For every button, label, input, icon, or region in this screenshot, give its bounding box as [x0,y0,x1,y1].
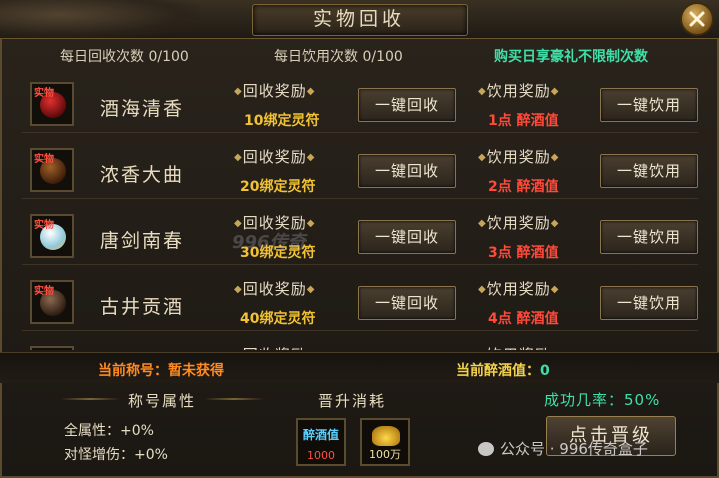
item-tag: 实物 [34,154,54,165]
drink-button[interactable]: 一键饮用 [600,286,698,320]
recycle-button[interactable]: 一键回收 [358,88,456,122]
divider-ornament [204,398,264,400]
recycle-button[interactable]: 一键回收 [358,154,456,188]
recycle-button[interactable]: 一键回收 [358,220,456,254]
cost2-qty: 100万 [369,448,401,461]
all-attr: 全属性：+0% [64,423,154,439]
item-tag: 实物 [34,286,54,297]
current-drunk: 当前醉酒值：0 [456,363,550,379]
porcelain-bottle-icon[interactable]: 实物 [30,214,74,258]
drink-reward-value: 4点 醉酒值 [488,311,559,327]
recycle-reward-value: 20绑定灵符 [240,179,316,195]
list-item-partial: ◆回收奖励◆ ◆饮用奖励◆ [22,336,698,350]
current-title: 当前称号：暂未获得 [98,363,224,379]
recycle-reward-label: ◆回收奖励◆ [234,280,316,298]
window-title: 实物回收 [312,8,405,30]
drunk-value-cost-slot[interactable]: 醉酒值 1000 [296,418,346,466]
drink-reward-value: 3点 醉酒值 [488,245,559,261]
list-item: 实物 浓香大曲 ◆回收奖励◆ 20绑定灵符 一键回收 ◆饮用奖励◆ 2点 醉酒值… [22,138,698,199]
drink-button[interactable]: 一键饮用 [600,154,698,188]
vip-note[interactable]: 购买日享豪礼不限制次数 [494,46,648,66]
divider-ornament [60,398,120,400]
clay-wine-jar-icon[interactable]: 实物 [30,280,74,324]
list-item: 实物 古井贡酒 ◆回收奖励◆ 40绑定灵符 一键回收 ◆饮用奖励◆ 4点 醉酒值… [22,270,698,331]
title-attr-header: 称号属性 [128,392,197,410]
recycle-reward-label: ◆回收奖励◆ [234,148,316,166]
title-bar: 实物回收 [0,0,719,39]
item-tag: 实物 [34,220,54,231]
item-name: 浓香大曲 [100,164,185,186]
cost1-label: 醉酒值 [302,428,339,442]
recycle-reward-label: ◆回收奖励◆ [234,344,315,350]
close-button[interactable] [680,2,714,36]
current-drunk-value: 0 [540,363,550,379]
dragon-ornament [0,0,200,38]
item-list[interactable]: 实物 酒海清香 ◆回收奖励◆ 10绑定灵符 一键回收 ◆饮用奖励◆ 1点 醉酒值… [22,72,698,350]
success-rate-value: 50% [624,391,661,409]
recycle-button[interactable]: 一键回收 [358,286,456,320]
wechat-icon [478,442,494,456]
close-icon [689,11,705,27]
drink-count: 每日饮用次数 0/100 [274,49,403,65]
drink-reward-label: ◆饮用奖励◆ [478,214,560,232]
item-name: 古井贡酒 [100,296,185,318]
item-name: 酒海清香 [100,98,185,120]
drink-reward-label: ◆饮用奖励◆ [478,344,559,350]
watermark-center: 996传奇 [232,232,306,253]
gold-coins-cost-slot[interactable]: 100万 [360,418,410,466]
recycle-count: 每日回收次数 0/100 [60,49,189,65]
drink-reward-label: ◆饮用奖励◆ [478,148,560,166]
red-wine-jar-icon[interactable]: 实物 [30,82,74,126]
recycle-reward-value: 40绑定灵符 [240,311,316,327]
item-name: 唐剑南春 [100,230,185,252]
recycle-reward-label: ◆回收奖励◆ [234,82,316,100]
daily-counts: 每日回收次数 0/100 每日饮用次数 0/100 购买日享豪礼不限制次数 [0,42,719,68]
list-item: 实物 酒海清香 ◆回收奖励◆ 10绑定灵符 一键回收 ◆饮用奖励◆ 1点 醉酒值… [22,72,698,133]
brown-wine-jar-icon[interactable]: 实物 [30,148,74,192]
drink-reward-label: ◆饮用奖励◆ [478,280,560,298]
list-item: 实物 唐剑南春 ◆回收奖励◆ 30绑定灵符 一键回收 ◆饮用奖励◆ 3点 醉酒值… [22,204,698,265]
drink-reward-value: 2点 醉酒值 [488,179,559,195]
watermark-corner: 公众号 · 996传奇盒子 [478,438,648,459]
drink-button[interactable]: 一键饮用 [600,88,698,122]
monster-dmg: 对怪增伤：+0% [64,447,168,463]
drink-reward-label: ◆饮用奖励◆ [478,82,560,100]
drink-button[interactable]: 一键饮用 [600,220,698,254]
cost1-qty: 1000 [307,449,335,462]
item-tag: 实物 [34,88,54,99]
item-icon-partial[interactable] [30,346,74,350]
upgrade-cost-header: 晋升消耗 [318,392,387,410]
recycle-reward-value: 10绑定灵符 [244,113,320,129]
gold-coins-icon [372,426,400,446]
success-rate: 成功几率：50% [544,391,661,409]
drink-reward-value: 1点 醉酒值 [488,113,559,129]
